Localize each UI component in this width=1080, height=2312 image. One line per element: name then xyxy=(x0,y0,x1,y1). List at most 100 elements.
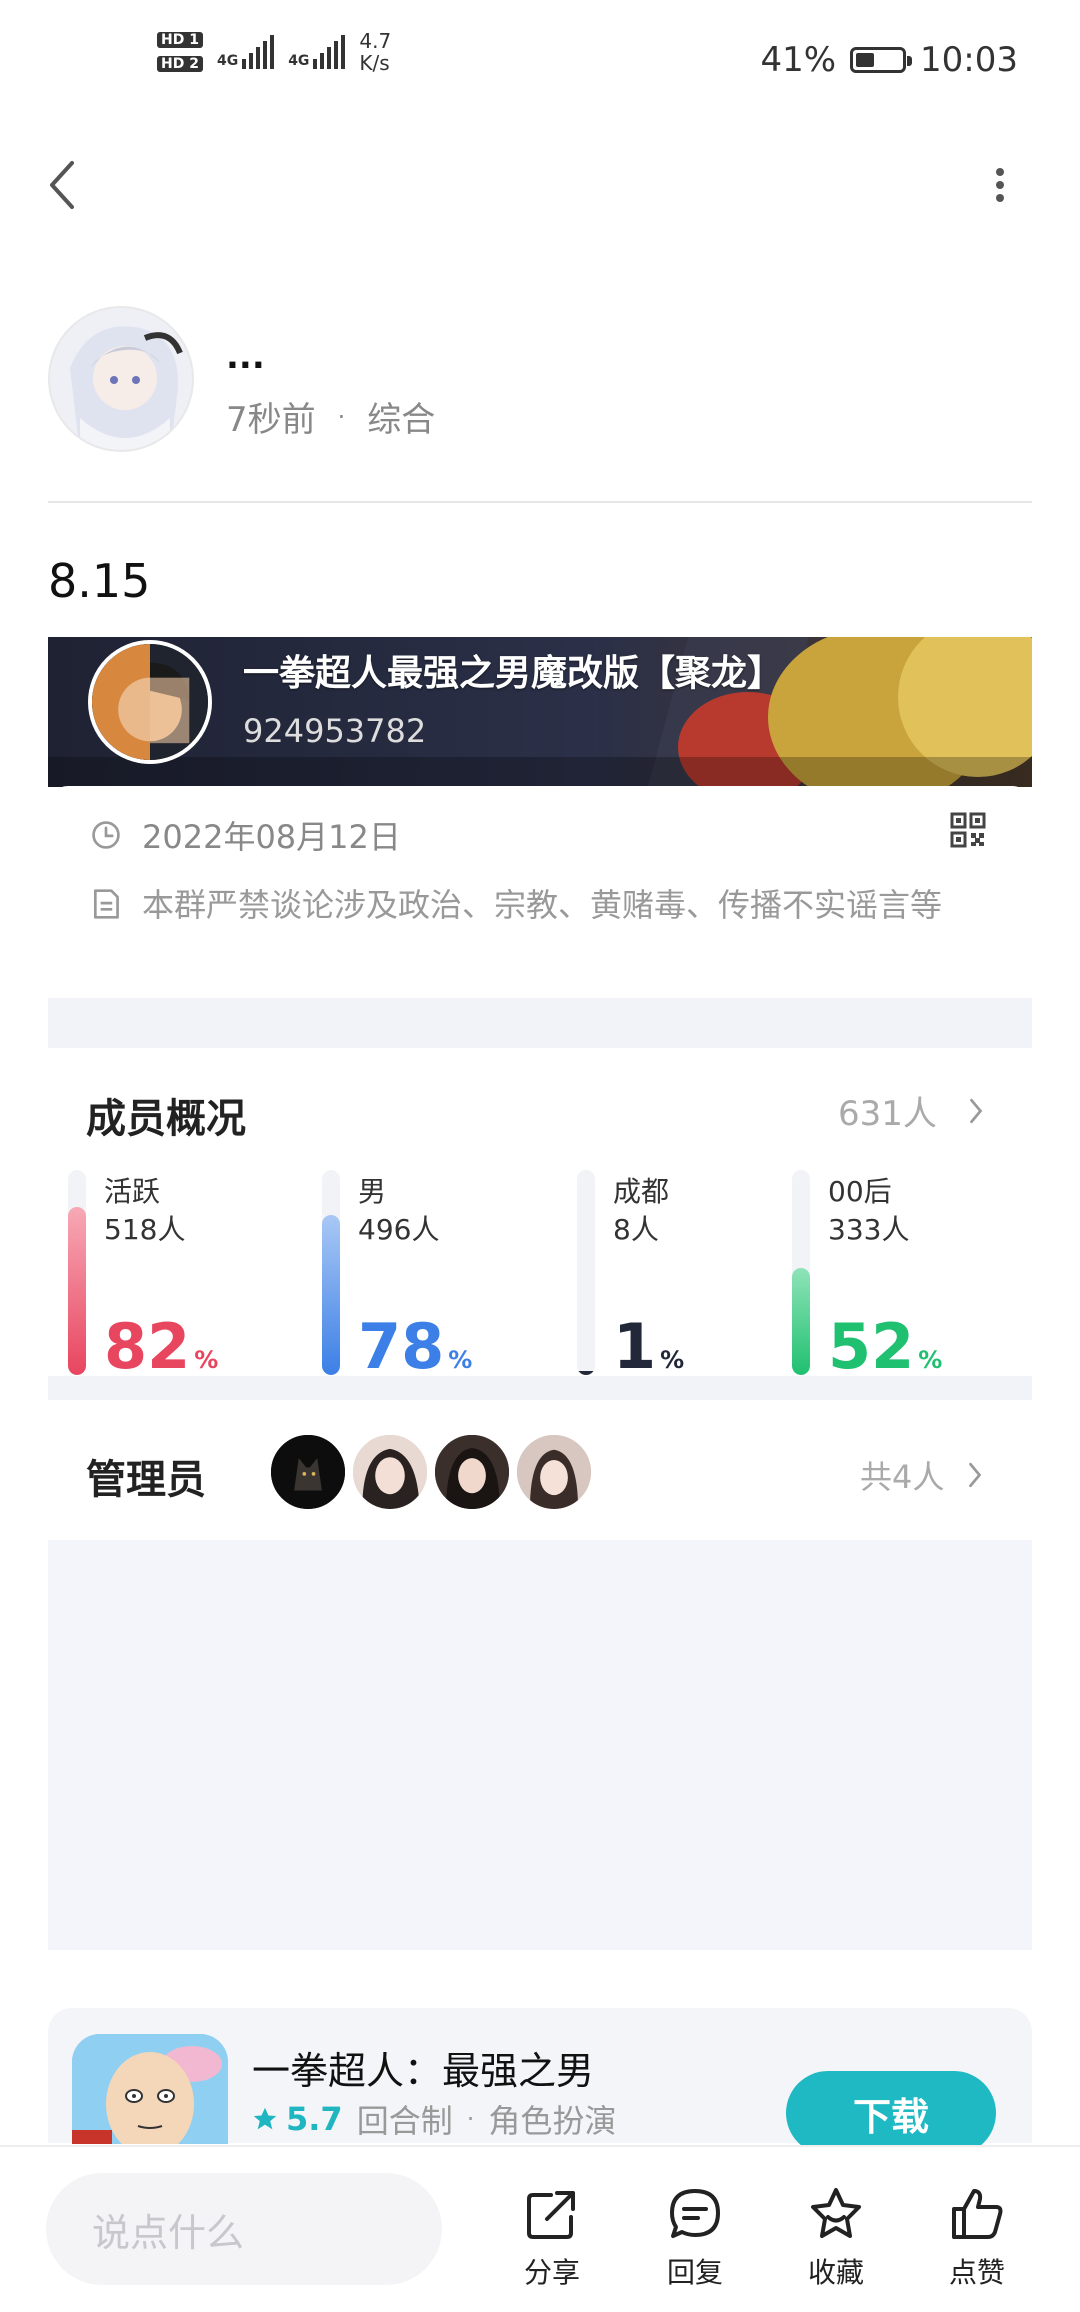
app-meta: 5.7 回合制 · 角色扮演 xyxy=(252,2096,616,2142)
group-id: 924953782 xyxy=(243,712,427,750)
clock: 10:03 xyxy=(920,40,1018,80)
members-count-link[interactable]: 631人 xyxy=(838,1086,985,1135)
meta-separator: · xyxy=(337,402,346,431)
percent-sign: % xyxy=(918,1346,943,1374)
member-stat-2: 男 496人 78% xyxy=(322,1170,522,1383)
post-title: 8.15 xyxy=(48,554,151,608)
signal-1: 4G xyxy=(217,35,275,69)
download-button[interactable]: 下载 xyxy=(786,2071,996,2155)
stat-count: 333人 xyxy=(828,1213,910,1246)
stat-label: 活跃 xyxy=(104,1175,161,1208)
share-icon xyxy=(527,2191,575,2239)
favorite-label: 收藏 xyxy=(807,2256,864,2289)
group-avatar[interactable] xyxy=(88,640,212,764)
status-bar-left: HD 1 HD 2 4G 4G 4.7 K/s xyxy=(157,30,391,74)
like-button[interactable]: 点赞 xyxy=(927,2185,1027,2291)
author-avatar[interactable] xyxy=(48,306,194,452)
more-button[interactable] xyxy=(985,160,1015,210)
member-stat-1: 活跃 518人 82% xyxy=(68,1170,268,1383)
stat-percent: 82% xyxy=(104,1310,218,1383)
speed-value: 4.7 xyxy=(359,29,392,53)
app-rating: 5.7 xyxy=(252,2100,343,2138)
group-date: 2022年08月12日 xyxy=(142,818,401,856)
star-outline-icon xyxy=(811,2188,861,2238)
back-button[interactable] xyxy=(40,155,90,215)
qr-code-button[interactable] xyxy=(950,812,986,848)
stat-bar-fill xyxy=(577,1371,595,1375)
author-name[interactable]: ... xyxy=(226,337,265,377)
network-speed: 4.7 K/s xyxy=(359,30,391,74)
app-icon-image xyxy=(72,2034,228,2144)
group-name: 一拳超人最强之男魔改版【聚龙】 xyxy=(243,653,784,694)
admin-avatar-image xyxy=(353,1435,427,1509)
sim2-indicator: HD 2 xyxy=(157,56,203,72)
member-stat-3: 成都 8人 1% xyxy=(577,1170,777,1383)
group-rules: 本群严禁谈论涉及政治、宗教、黄赌毒、传播不实谣言等 xyxy=(142,886,943,924)
network-type-2: 4G xyxy=(288,53,310,69)
stat-bar-track xyxy=(322,1170,340,1375)
comment-icon xyxy=(670,2189,720,2238)
stat-count: 8人 xyxy=(613,1213,659,1246)
admin-avatar-4[interactable] xyxy=(514,1432,594,1512)
post-category[interactable]: 综合 xyxy=(367,392,435,441)
stat-percent: 78% xyxy=(358,1310,472,1383)
share-button[interactable]: 分享 xyxy=(502,2185,602,2291)
status-bar-right: 41% 10:03 xyxy=(760,40,1018,80)
reply-label: 回复 xyxy=(666,2256,723,2289)
thumbs-up-icon xyxy=(952,2189,1003,2239)
meta-separator: · xyxy=(466,2105,475,2133)
stat-percent: 1% xyxy=(613,1310,684,1383)
stat-bar-fill xyxy=(68,1207,86,1375)
stat-percent-value: 1 xyxy=(613,1310,657,1383)
admins-count-link[interactable]: 共4人 xyxy=(860,1452,984,1498)
signal-icon xyxy=(313,35,346,69)
app-tag-1: 回合制 xyxy=(356,2102,453,2140)
post-meta: 7秒前 · 综合 xyxy=(226,392,435,441)
percent-sign: % xyxy=(194,1346,219,1374)
comment-input[interactable]: 说点什么 xyxy=(46,2173,442,2285)
stat-label: 男 xyxy=(358,1175,387,1208)
admin-avatar-image xyxy=(517,1435,591,1509)
share-label: 分享 xyxy=(523,2256,580,2289)
favorite-button[interactable]: 收藏 xyxy=(786,2185,886,2291)
reply-button[interactable]: 回复 xyxy=(645,2185,745,2291)
avatar-image xyxy=(50,308,192,450)
app-name[interactable]: 一拳超人：最强之男 xyxy=(252,2040,594,2095)
document-icon xyxy=(94,889,119,919)
stat-count: 518人 xyxy=(104,1213,186,1246)
section-gap xyxy=(48,998,1032,1048)
group-rules-row: 本群严禁谈论涉及政治、宗教、黄赌毒、传播不实谣言等 xyxy=(90,880,990,930)
app-icon[interactable] xyxy=(72,2034,228,2144)
members-total: 631人 xyxy=(838,1094,937,1134)
post-time: 7秒前 xyxy=(226,400,316,440)
admins-section-title: 管理员 xyxy=(86,1457,206,1503)
sim1-indicator: HD 1 xyxy=(157,32,203,48)
app-tag-2: 角色扮演 xyxy=(488,2102,617,2140)
more-vertical-icon xyxy=(996,168,1004,202)
speed-unit: K/s xyxy=(359,51,390,75)
back-arrow-icon xyxy=(50,161,74,209)
divider xyxy=(48,501,1032,503)
admin-avatar-image xyxy=(271,1435,345,1509)
content-placeholder xyxy=(48,1540,1032,1950)
stat-count: 496人 xyxy=(358,1213,440,1246)
admins-count: 共4人 xyxy=(860,1458,945,1496)
sim-indicators: HD 1 HD 2 xyxy=(157,32,203,72)
signal-2: 4G xyxy=(288,35,346,69)
admin-avatar-3[interactable] xyxy=(432,1432,512,1512)
stat-bar-track xyxy=(792,1170,810,1375)
stat-bar-track xyxy=(577,1170,595,1375)
battery-icon xyxy=(850,47,913,73)
like-label: 点赞 xyxy=(948,2256,1005,2289)
group-date-row: 2022年08月12日 xyxy=(90,812,401,858)
chevron-right-icon xyxy=(970,1098,983,1123)
battery-percent: 41% xyxy=(760,40,837,80)
stat-bar-track xyxy=(68,1170,86,1375)
stat-percent: 52% xyxy=(828,1310,942,1383)
admin-avatar-2[interactable] xyxy=(350,1432,430,1512)
admin-avatar-1[interactable] xyxy=(268,1432,348,1512)
stat-label: 00后 xyxy=(828,1175,892,1208)
chevron-right-icon xyxy=(969,1462,982,1488)
members-section-title: 成员概况 xyxy=(86,1096,246,1142)
member-stat-4: 00后 333人 52% xyxy=(792,1170,992,1383)
